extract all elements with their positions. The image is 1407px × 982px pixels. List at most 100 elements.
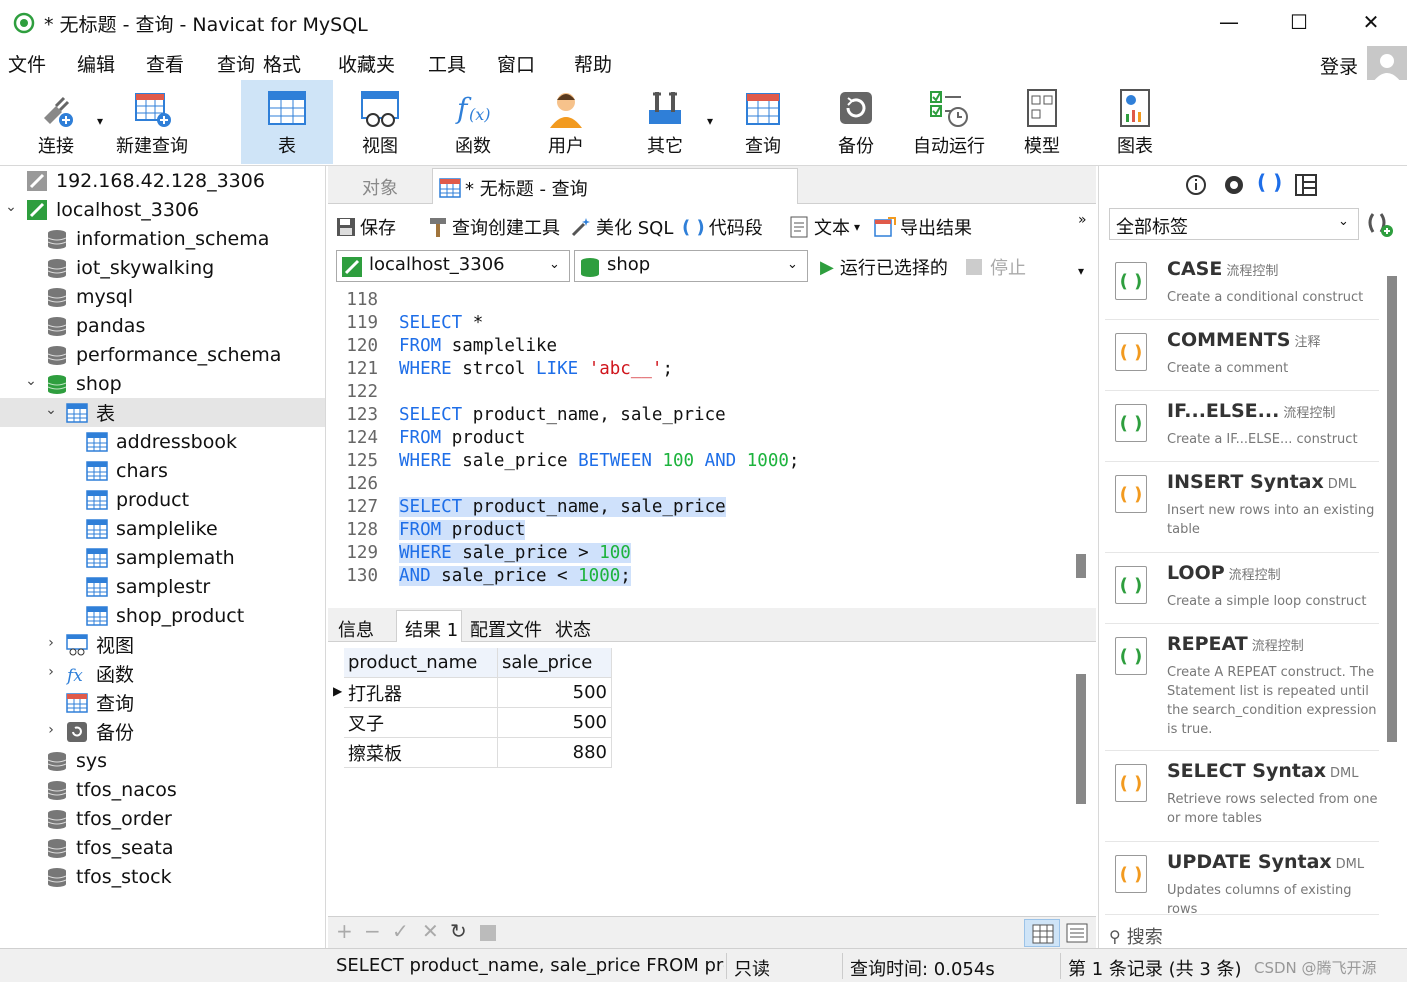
text-mode-button[interactable]: 文本 ▾	[790, 214, 860, 240]
collapse-chevron-icon[interactable]: ⌄	[24, 373, 38, 389]
column-header[interactable]: product_name	[344, 648, 498, 678]
table-cell[interactable]: 880	[498, 738, 612, 768]
chart-tool-button[interactable]: 图表	[1089, 80, 1181, 164]
snippet-scrollbar-thumb[interactable]	[1387, 276, 1397, 742]
query-builder-button[interactable]: 查询创建工具	[428, 214, 560, 240]
stop-button[interactable]: 停止	[966, 254, 1026, 280]
tree-item-database[interactable]: tfos_seata	[46, 833, 174, 862]
expand-chevron-icon[interactable]: ›	[44, 722, 58, 738]
tree-item-table[interactable]: samplemath	[86, 543, 235, 572]
tree-item-database[interactable]: mysql	[46, 282, 133, 311]
login-link[interactable]: 登录	[1320, 52, 1358, 79]
tree-item-database[interactable]: tfos_nacos	[46, 775, 177, 804]
tree-item-localhost[interactable]: localhost_3306	[26, 195, 199, 224]
close-button[interactable]: ✕	[1348, 6, 1394, 38]
snippet-item[interactable]: ( ) IF...ELSE... 流程控制 Create a IF...ELSE.…	[1105, 392, 1379, 462]
menu-favorites[interactable]: 收藏夹	[338, 50, 395, 77]
tree-item-table[interactable]: shop_product	[86, 601, 244, 630]
snippet-item[interactable]: ( ) COMMENTS 注释 Create a comment	[1105, 321, 1379, 391]
connect-dropdown-icon[interactable]: ▾	[97, 114, 103, 128]
tree-item-functions-folder[interactable]: fx 函数	[66, 659, 134, 688]
tab-objects[interactable]: 对象	[362, 174, 398, 200]
snippet-item[interactable]: ( ) SELECT Syntax DML Retrieve rows selec…	[1105, 752, 1379, 842]
stop-icon[interactable]	[480, 925, 496, 941]
tab-result-1[interactable]: 结果 1	[396, 610, 462, 642]
apply-check-icon[interactable]: ✓	[392, 919, 409, 943]
tree-item-queries-folder[interactable]: 查询	[66, 688, 134, 717]
editor-scrollbar-thumb[interactable]	[1076, 554, 1086, 578]
tree-item-database[interactable]: pandas	[46, 311, 145, 340]
new-query-button[interactable]: 新建查询	[106, 80, 198, 164]
snippet-search-input[interactable]: ⚲ 搜索	[1109, 924, 1399, 949]
menu-file[interactable]: 文件	[8, 50, 46, 77]
table-cell[interactable]: 500	[498, 678, 612, 708]
layout-icon[interactable]	[1295, 174, 1317, 196]
collapse-chevron-icon[interactable]: ⌄	[44, 402, 58, 418]
tree-item-table[interactable]: product	[86, 485, 189, 514]
tree-item-database[interactable]: information_schema	[46, 224, 269, 253]
menu-help[interactable]: 帮助	[574, 50, 612, 77]
grid-scrollbar-thumb[interactable]	[1076, 674, 1086, 804]
run-selected-button[interactable]: ▶ 运行已选择的	[820, 254, 948, 280]
tab-status[interactable]: 状态	[555, 616, 591, 642]
code-snippet-icon[interactable]: ( )	[1257, 170, 1282, 194]
delete-record-icon[interactable]: −	[364, 919, 381, 943]
connection-select[interactable]: localhost_3306 ⌄	[336, 250, 570, 282]
code-snippet-button[interactable]: ( ) 代码段	[682, 214, 763, 240]
tree-item-database[interactable]: iot_skywalking	[46, 253, 214, 282]
table-cell[interactable]: 500	[498, 708, 612, 738]
tab-info[interactable]: 信息	[338, 616, 374, 642]
add-record-icon[interactable]: +	[336, 919, 353, 943]
tab-query-active[interactable]: * 无标题 - 查询	[432, 168, 798, 204]
other-dropdown-icon[interactable]: ▾	[707, 114, 713, 128]
table-cell[interactable]: 打孔器	[344, 678, 498, 708]
menu-query[interactable]: 查询	[217, 50, 255, 77]
autorun-tool-button[interactable]: 自动运行	[903, 80, 995, 164]
tree-item-database-shop[interactable]: shop	[46, 369, 122, 398]
grid-view-toggle[interactable]	[1024, 919, 1060, 947]
tag-filter-select[interactable]: 全部标签 ⌄	[1109, 208, 1359, 240]
menu-format[interactable]: 格式	[263, 50, 301, 77]
connect-button[interactable]: 连接	[10, 80, 102, 164]
collapse-chevron-icon[interactable]: ⌄	[4, 199, 18, 215]
other-tool-button[interactable]: 其它	[619, 80, 711, 164]
menu-view[interactable]: 查看	[146, 50, 184, 77]
toolbar-overflow-icon[interactable]: »	[1078, 212, 1087, 228]
expand-chevron-icon[interactable]: ›	[44, 635, 58, 651]
snippet-item[interactable]: ( ) CASE 流程控制 Create a conditional constr…	[1105, 250, 1379, 320]
tab-profile[interactable]: 配置文件	[470, 616, 542, 642]
snippet-item[interactable]: ( ) LOOP 流程控制 Create a simple loop constr…	[1105, 554, 1379, 624]
form-view-icon[interactable]	[1066, 923, 1088, 943]
tree-item-database[interactable]: sys	[46, 746, 107, 775]
minimize-button[interactable]: —	[1206, 6, 1252, 38]
add-snippet-icon[interactable]	[1365, 208, 1395, 238]
function-tool-button[interactable]: f (x) 函数	[427, 80, 519, 164]
info-icon[interactable]	[1185, 174, 1207, 196]
table-cell[interactable]: 叉子	[344, 708, 498, 738]
model-tool-button[interactable]: 模型	[996, 80, 1088, 164]
menu-tools[interactable]: 工具	[428, 50, 466, 77]
save-button[interactable]: 保存	[336, 214, 396, 240]
table-cell[interactable]: 擦菜板	[344, 738, 498, 768]
tree-item-table[interactable]: chars	[86, 456, 168, 485]
beautify-sql-button[interactable]: 美化 SQL	[570, 214, 673, 240]
text-mode-dropdown-icon[interactable]: ▾	[854, 220, 860, 234]
export-result-button[interactable]: 导出结果	[874, 214, 972, 240]
database-select[interactable]: shop ⌄	[574, 250, 808, 282]
tree-item-database[interactable]: tfos_order	[46, 804, 172, 833]
tree-item-database[interactable]: tfos_stock	[46, 862, 172, 891]
tree-item-table[interactable]: samplelike	[86, 514, 218, 543]
user-tool-button[interactable]: 用户	[520, 80, 612, 164]
expand-chevron-icon[interactable]: ›	[44, 664, 58, 680]
snippet-item[interactable]: ( ) INSERT Syntax DML Insert new rows int…	[1105, 463, 1379, 553]
snippet-item[interactable]: ( ) REPEAT 流程控制 Create A REPEAT construct…	[1105, 625, 1379, 751]
tree-item-remote-connection[interactable]: 192.168.42.128_3306	[26, 166, 265, 195]
tree-item-tables-folder[interactable]: 表	[66, 398, 115, 427]
menu-edit[interactable]: 编辑	[77, 50, 115, 77]
query-tool-button[interactable]: 查询	[717, 80, 809, 164]
refresh-icon[interactable]: ↻	[450, 919, 467, 943]
menu-window[interactable]: 窗口	[497, 50, 535, 77]
eye-icon[interactable]	[1223, 174, 1245, 196]
column-header[interactable]: sale_price	[498, 648, 612, 678]
view-tool-button[interactable]: 视图	[334, 80, 426, 164]
